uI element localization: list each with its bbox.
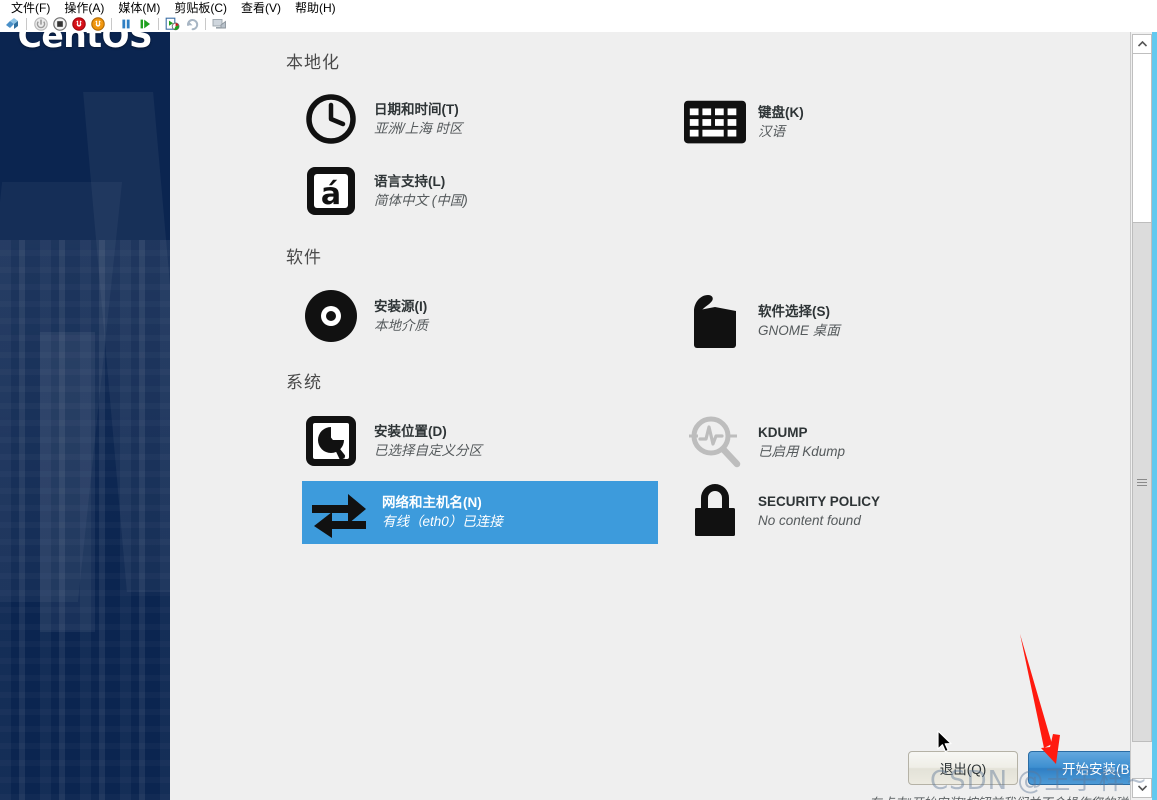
- spoke-text: 网络和主机名(N) 有线（eth0）已连接: [370, 494, 503, 531]
- hyperv-connect-icon[interactable]: [4, 16, 21, 32]
- scroll-track-upper[interactable]: [1132, 54, 1152, 222]
- splash-shape-3: [40, 332, 95, 632]
- guest-screen: CentOS 本地化 日期和时间(T) 亚洲/上海 时区 键盘(K) 汉语 á …: [0, 32, 1157, 800]
- vm-menubar: 文件(F) 操作(A) 媒体(M) 剪贴板(C) 查看(V) 帮助(H): [0, 0, 1157, 16]
- scroll-thumb-grip: [1137, 477, 1147, 488]
- menu-file[interactable]: 文件(F): [4, 0, 57, 16]
- network-arrows-icon: [308, 482, 370, 544]
- shutdown-icon[interactable]: [51, 16, 68, 32]
- footer-note: 在点击“开始安装”按钮前我们并不会操作您的磁盘: [680, 792, 1140, 800]
- spoke-software-selection[interactable]: 软件选择(S) GNOME 桌面: [678, 290, 1033, 352]
- resume-icon[interactable]: [136, 16, 153, 32]
- harddisk-icon: [300, 410, 362, 472]
- toolbar-separator-1: [26, 18, 27, 30]
- spoke-text: 安装位置(D) 已选择自定义分区: [362, 423, 482, 460]
- package-icon: [684, 290, 746, 352]
- power-on-icon[interactable]: [32, 16, 49, 32]
- kdump-magnifier-icon: [684, 411, 746, 473]
- spoke-title: 键盘(K): [758, 104, 804, 120]
- scroll-down-arrow[interactable]: [1132, 778, 1152, 798]
- spoke-language-support[interactable]: á 语言支持(L) 简体中文 (中国): [294, 160, 649, 222]
- keyboard-icon: [684, 91, 746, 153]
- spoke-text: 安装源(I) 本地介质: [362, 298, 428, 335]
- enhanced-session-icon[interactable]: [211, 16, 228, 32]
- spoke-status: 汉语: [758, 123, 785, 139]
- spoke-installation-source[interactable]: 安装源(I) 本地介质: [294, 285, 649, 347]
- vm-toolbar: [0, 16, 1157, 32]
- menu-clipboard[interactable]: 剪贴板(C): [167, 0, 234, 16]
- toolbar-separator-4: [205, 18, 206, 30]
- spoke-text: 日期和时间(T) 亚洲/上海 时区: [362, 101, 463, 138]
- section-title-system: 系统: [286, 373, 322, 392]
- section-title-software: 软件: [286, 248, 322, 267]
- spoke-status: 已启用 Kdump: [758, 443, 846, 459]
- section-title-localization: 本地化: [286, 53, 340, 72]
- spoke-title: SECURITY POLICY: [758, 493, 881, 509]
- hub-scrollbar[interactable]: [1130, 32, 1152, 800]
- disc-icon: [300, 285, 362, 347]
- scroll-up-arrow[interactable]: [1132, 34, 1152, 54]
- window-right-edge: [1152, 32, 1157, 800]
- language-icon: á: [300, 160, 362, 222]
- clock-icon: [300, 88, 362, 150]
- spoke-status: No content found: [758, 512, 861, 528]
- installation-summary-hub: 本地化 日期和时间(T) 亚洲/上海 时区 键盘(K) 汉语 á 语言支持(L)…: [170, 32, 1157, 800]
- spoke-status: 有线（eth0）已连接: [382, 514, 503, 529]
- quit-button[interactable]: 退出(Q): [908, 751, 1018, 785]
- spoke-title: 安装源(I): [374, 298, 428, 314]
- spoke-title: 安装位置(D): [374, 423, 447, 439]
- spoke-title: 软件选择(S): [758, 303, 830, 319]
- spoke-text: SECURITY POLICY No content found: [746, 493, 880, 530]
- spoke-text: KDUMP 已启用 Kdump: [746, 424, 845, 461]
- save-state-icon[interactable]: [89, 16, 106, 32]
- spoke-text: 语言支持(L) 简体中文 (中国): [362, 173, 468, 210]
- spoke-security-policy[interactable]: SECURITY POLICY No content found: [678, 480, 1033, 542]
- spoke-text: 键盘(K) 汉语: [746, 104, 804, 141]
- checkpoint-icon[interactable]: [164, 16, 181, 32]
- spoke-keyboard[interactable]: 键盘(K) 汉语: [678, 91, 1033, 153]
- menu-action[interactable]: 操作(A): [57, 0, 111, 16]
- spoke-status: 本地介质: [374, 317, 428, 333]
- power-off-icon[interactable]: [70, 16, 87, 32]
- revert-icon[interactable]: [183, 16, 200, 32]
- centos-logo: CentOS: [17, 32, 153, 55]
- spoke-title: 语言支持(L): [374, 173, 446, 189]
- svg-text:á: á: [321, 177, 341, 212]
- toolbar-separator-3: [158, 18, 159, 30]
- spoke-network-and-hostname[interactable]: 网络和主机名(N) 有线（eth0）已连接: [302, 481, 658, 544]
- spoke-title: KDUMP: [758, 424, 808, 440]
- spoke-kdump[interactable]: KDUMP 已启用 Kdump: [678, 411, 1033, 473]
- menu-media[interactable]: 媒体(M): [111, 0, 167, 16]
- spoke-status: 已选择自定义分区: [374, 442, 482, 458]
- menu-view[interactable]: 查看(V): [234, 0, 288, 16]
- spoke-installation-destination[interactable]: 安装位置(D) 已选择自定义分区: [294, 410, 649, 472]
- menu-help[interactable]: 帮助(H): [288, 0, 343, 16]
- spoke-status: 亚洲/上海 时区: [374, 120, 463, 136]
- lock-icon: [684, 480, 746, 542]
- scroll-thumb[interactable]: [1132, 222, 1152, 742]
- spoke-text: 软件选择(S) GNOME 桌面: [746, 303, 840, 340]
- centos-splash-sidebar: CentOS: [0, 32, 170, 800]
- spoke-date-and-time[interactable]: 日期和时间(T) 亚洲/上海 时区: [294, 88, 649, 150]
- spoke-status: GNOME 桌面: [758, 322, 840, 338]
- pause-icon[interactable]: [117, 16, 134, 32]
- spoke-status: 简体中文 (中国): [374, 192, 468, 208]
- spoke-title: 日期和时间(T): [374, 101, 459, 117]
- toolbar-separator-2: [111, 18, 112, 30]
- spoke-title: 网络和主机名(N): [382, 495, 482, 510]
